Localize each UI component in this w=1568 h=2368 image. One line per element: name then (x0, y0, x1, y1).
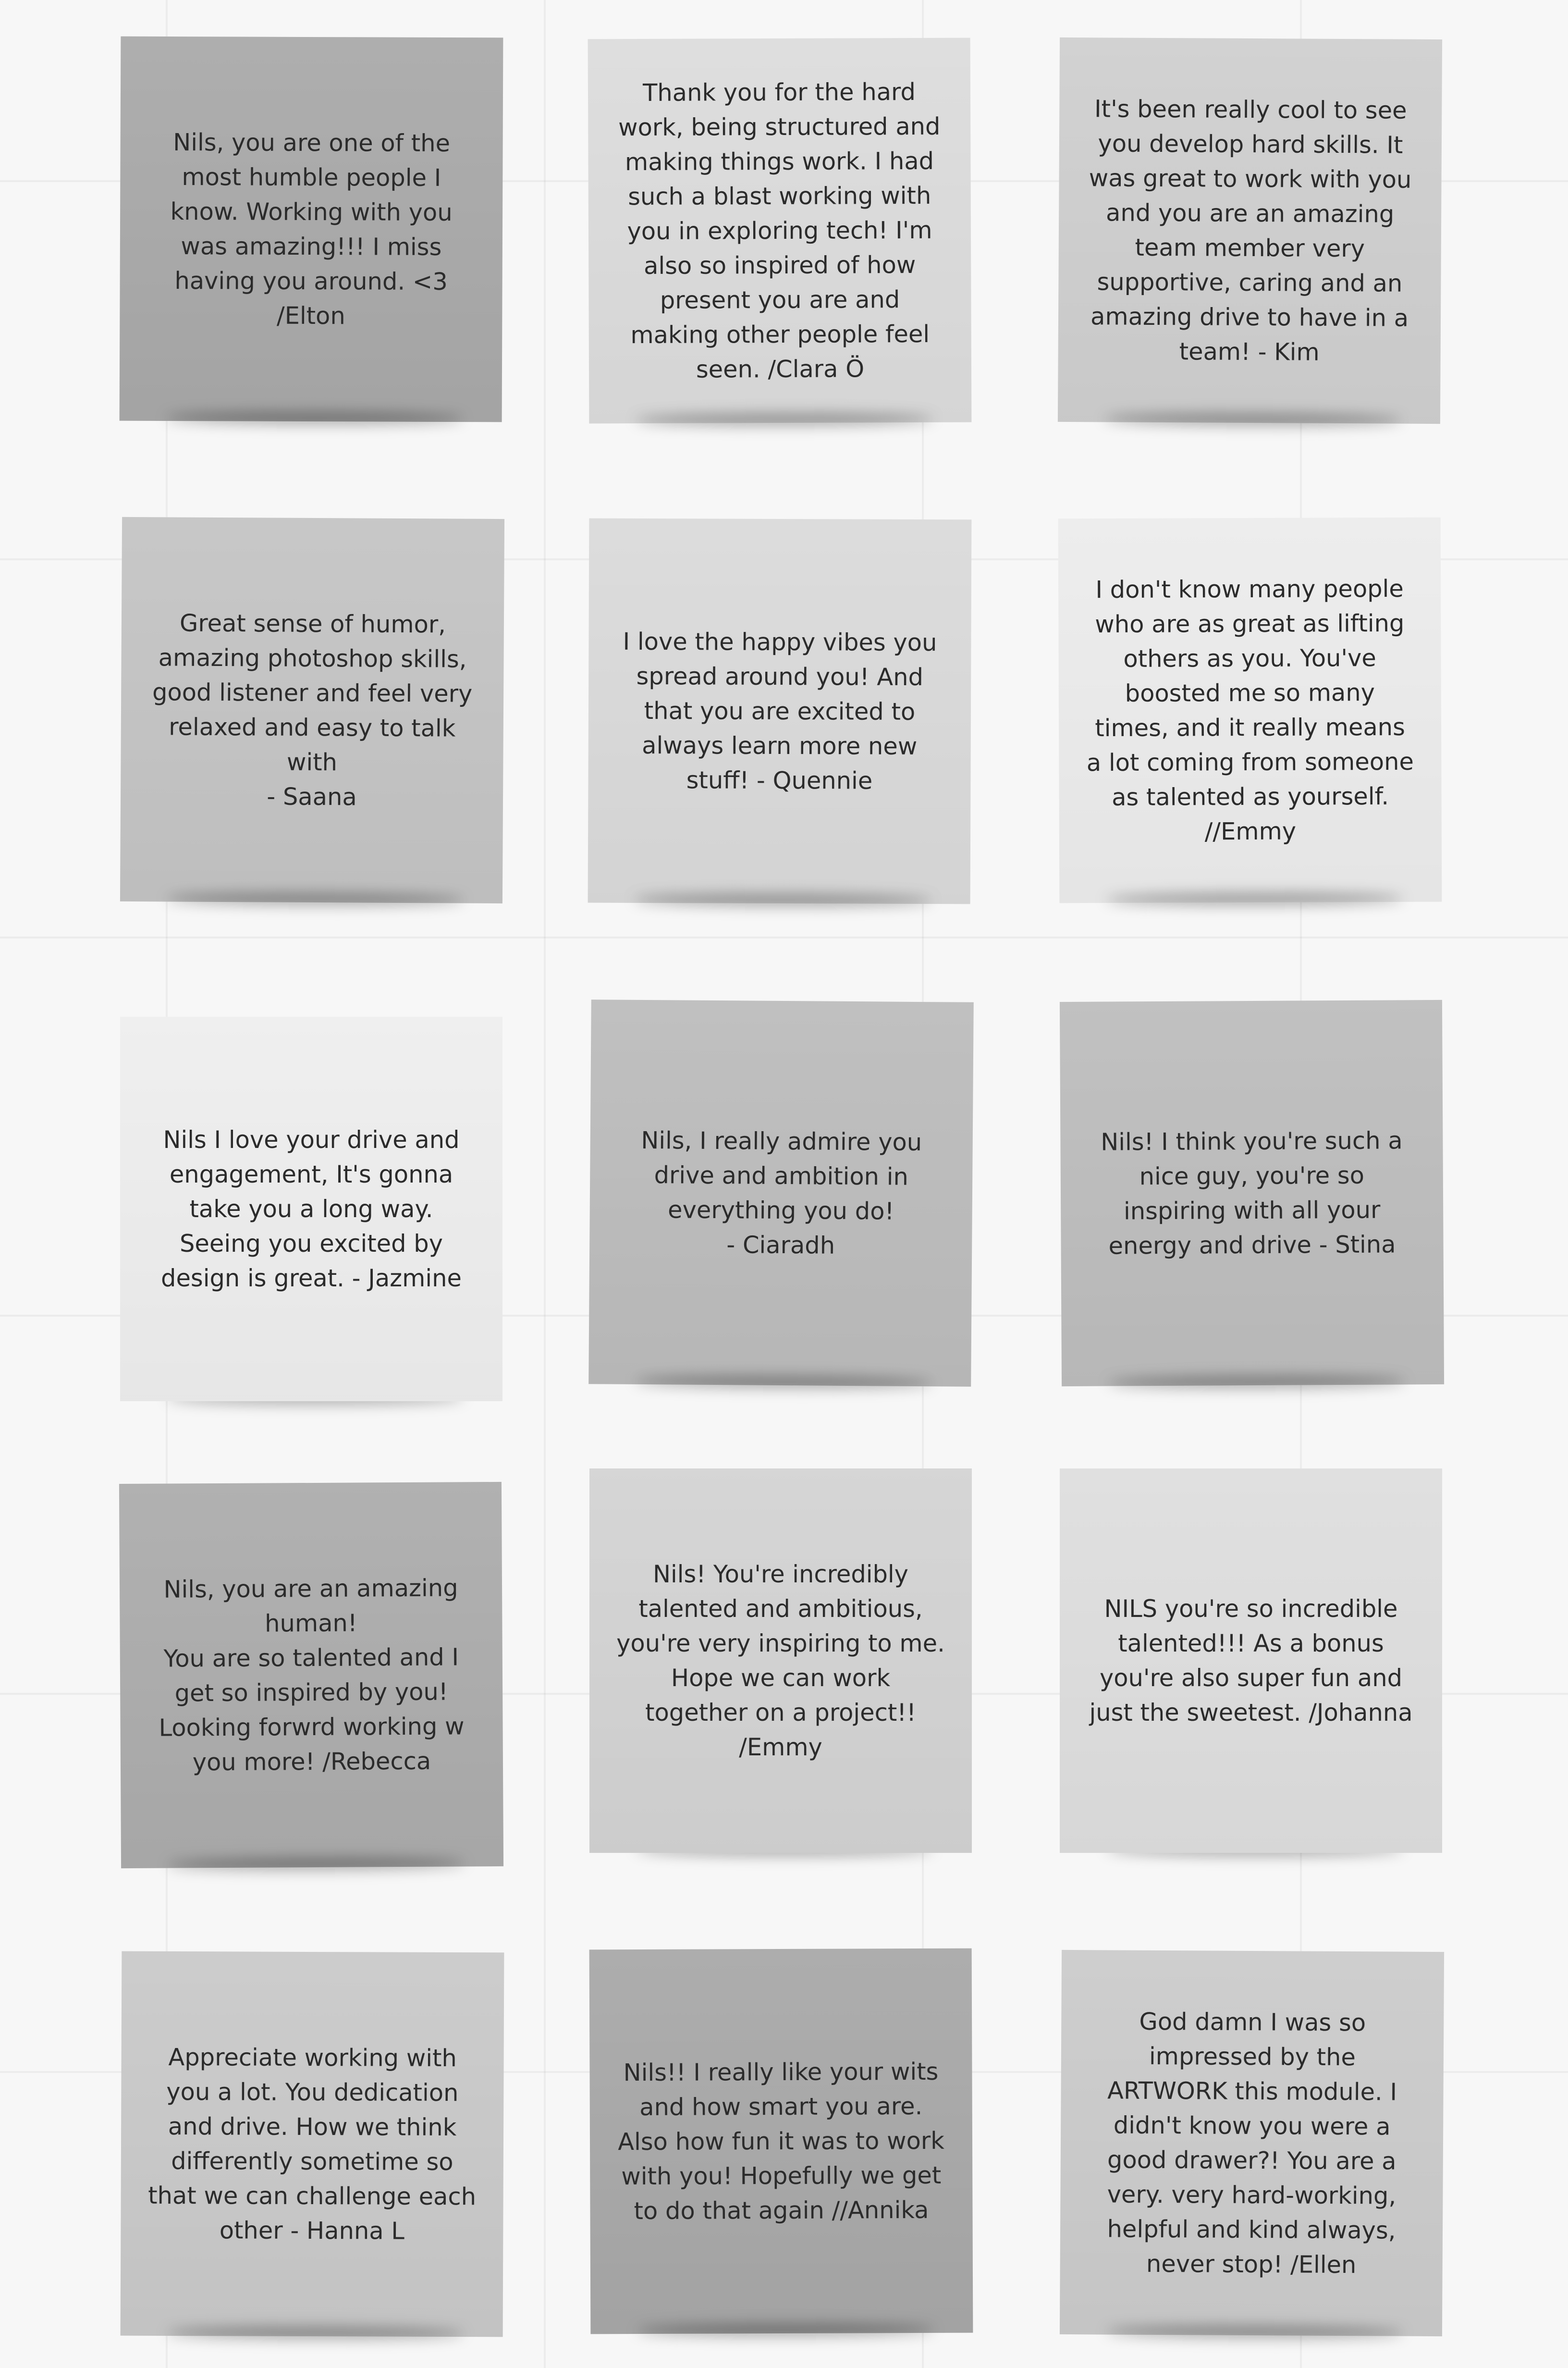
sticky-note-rebecca[interactable]: Nils, you are an amazing human! You are … (119, 1481, 504, 1869)
note-text: Nils! You're incredibly talented and amb… (616, 1560, 945, 1761)
note-text: NILS you're so incredible talented!!! As… (1089, 1595, 1413, 1727)
note-text: Nils, I really admire you drive and ambi… (641, 1126, 922, 1259)
note-text: Nils! I think you're such a nice guy, yo… (1101, 1126, 1403, 1260)
note-text: Great sense of humor, amazing photoshop … (152, 609, 473, 811)
note-text: Nils, you are an amazing human! You are … (159, 1574, 465, 1776)
sticky-note-ellen[interactable]: God damn I was so impressed by the ARTWO… (1059, 1949, 1445, 2337)
sticky-note-annika[interactable]: Nils!! I really like your wits and how s… (589, 1948, 973, 2334)
sticky-note-emmy-1[interactable]: I don't know many people who are as grea… (1058, 517, 1442, 903)
note-text: I love the happy vibes you spread around… (623, 627, 937, 795)
note-text: Nils I love your drive and engagement, I… (161, 1126, 462, 1292)
note-text: It's been really cool to see you develop… (1089, 95, 1412, 366)
sticky-note-elton[interactable]: Nils, you are one of the most humble peo… (119, 36, 503, 422)
sticky-note-emmy-2[interactable]: Nils! You're incredibly talented and amb… (589, 1468, 972, 1853)
sticky-note-hanna[interactable]: Appreciate working with you a lot. You d… (120, 1951, 504, 2337)
note-text: Nils!! I really like your wits and how s… (618, 2057, 944, 2225)
note-text: Thank you for the hard work, being struc… (618, 78, 941, 383)
sticky-note-johanna[interactable]: NILS you're so incredible talented!!! As… (1060, 1468, 1442, 1853)
sticky-note-jazmine[interactable]: Nils I love your drive and engagement, I… (120, 1017, 502, 1401)
sticky-note-board: Nils, you are one of the most humble peo… (0, 0, 1568, 2368)
sticky-note-clara[interactable]: Thank you for the hard work, being struc… (588, 37, 972, 424)
note-text: God damn I was so impressed by the ARTWO… (1107, 2007, 1397, 2279)
sticky-note-quennie[interactable]: I love the happy vibes you spread around… (588, 518, 972, 904)
note-text: Nils, you are one of the most humble peo… (170, 128, 453, 330)
note-text: Appreciate working with you a lot. You d… (148, 2043, 477, 2245)
sticky-note-saana[interactable]: Great sense of humor, amazing photoshop … (120, 517, 505, 904)
sticky-note-ciaradh[interactable]: Nils, I really admire you drive and ambi… (588, 999, 974, 1387)
sticky-note-stina[interactable]: Nils! I think you're such a nice guy, yo… (1059, 999, 1445, 1387)
note-text: I don't know many people who are as grea… (1086, 574, 1414, 846)
sticky-note-kim[interactable]: It's been really cool to see you develop… (1057, 37, 1443, 424)
